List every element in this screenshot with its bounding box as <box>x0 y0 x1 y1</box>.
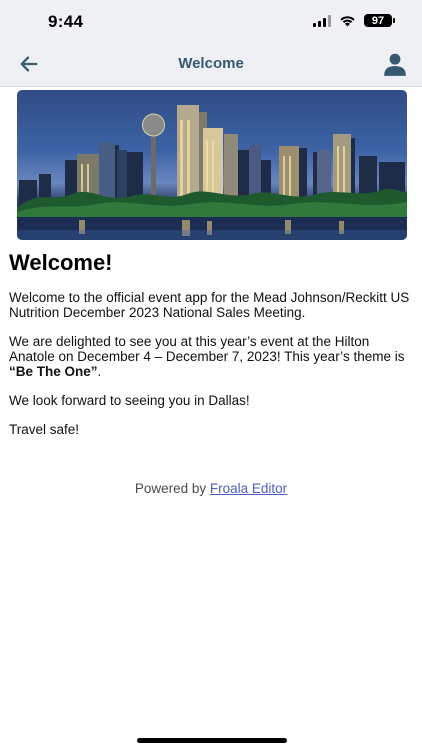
status-bar: 9:44 97 <box>0 0 422 44</box>
event-paragraph: We are delighted to see you at this year… <box>9 334 410 379</box>
froala-editor-link[interactable]: Froala Editor <box>210 481 287 496</box>
theme-text: “Be The One” <box>9 364 98 379</box>
powered-prefix: Powered by <box>134 481 210 496</box>
wifi-icon <box>340 15 355 26</box>
page-title: Welcome <box>178 55 244 72</box>
city-skyline-image <box>17 90 407 240</box>
powered-by-footer: Powered by Froala Editor <box>0 481 422 496</box>
intro-paragraph: Welcome to the official event app for th… <box>9 290 410 320</box>
welcome-heading: Welcome! <box>9 250 113 275</box>
event-text-end: . <box>97 364 102 379</box>
battery-indicator: 97 <box>364 14 395 27</box>
person-icon[interactable] <box>382 51 408 77</box>
cellular-signal-icon <box>313 14 331 27</box>
welcome-content: Welcome! Welcome to the official event a… <box>9 250 410 451</box>
home-indicator <box>137 738 287 743</box>
status-icons: 97 <box>313 14 395 27</box>
travel-paragraph: Travel safe! <box>9 422 80 437</box>
nav-bar: Welcome <box>0 44 422 87</box>
skyline-illustration <box>17 105 407 240</box>
event-text: We are delighted to see you at this year… <box>9 334 405 364</box>
dallas-paragraph: We look forward to seeing you in Dallas! <box>9 393 250 408</box>
status-time: 9:44 <box>48 12 84 31</box>
